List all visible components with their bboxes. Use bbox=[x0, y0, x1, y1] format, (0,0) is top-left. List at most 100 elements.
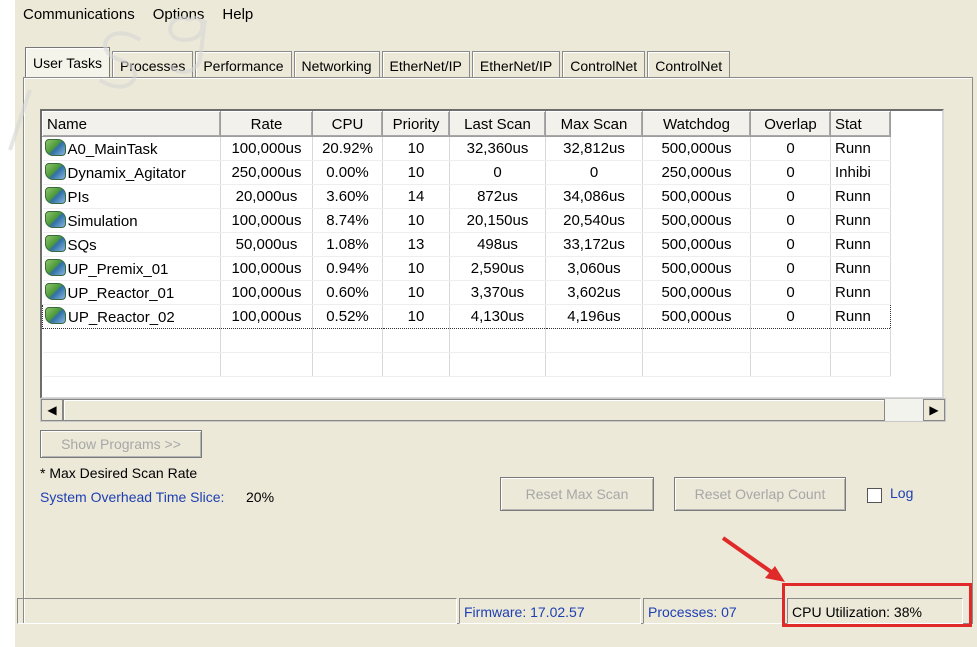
cell-rate: 20,000us bbox=[220, 184, 313, 209]
empty-cell bbox=[750, 352, 831, 377]
cell-last: 4,130us bbox=[449, 304, 546, 329]
tab-performance[interactable]: Performance bbox=[195, 51, 292, 80]
table-row[interactable]: UP_Reactor_02 100,000us 0.52% 10 4,130us 4,19… bbox=[42, 304, 891, 329]
status-panel-blank bbox=[17, 598, 457, 624]
cell-cpu: 8.74% bbox=[312, 208, 383, 233]
task-name-cell[interactable]: UP_Reactor_02 bbox=[42, 304, 221, 329]
cell-rate: 250,000us bbox=[220, 160, 313, 185]
tab-controlnet-2[interactable]: ControlNet bbox=[647, 51, 731, 80]
reset-max-scan-button[interactable]: Reset Max Scan bbox=[500, 477, 654, 511]
scroll-right-icon[interactable]: ▶ bbox=[923, 399, 945, 421]
col-rate[interactable]: Rate bbox=[220, 111, 313, 137]
empty-cell bbox=[449, 352, 546, 377]
table-row[interactable]: UP_Reactor_01 100,000us 0.60% 10 3,370us 3,60… bbox=[42, 280, 891, 305]
tab-ethernet-ip-2[interactable]: EtherNet/IP bbox=[471, 51, 561, 80]
tab-strip: User Tasks Processes Performance Network… bbox=[25, 46, 732, 81]
table-row[interactable]: Dynamix_Agitator 250,000us 0.00% 10 0 0 250,00… bbox=[42, 160, 891, 185]
tab-ethernet-ip-1[interactable]: EtherNet/IP bbox=[381, 51, 470, 80]
cell-last: 872us bbox=[449, 184, 546, 209]
overhead-label: System Overhead Time Slice: bbox=[40, 489, 225, 505]
col-watchdog[interactable]: Watchdog bbox=[642, 111, 751, 137]
cell-last: 3,370us bbox=[449, 280, 546, 305]
scroll-left-icon[interactable]: ◀ bbox=[41, 399, 63, 421]
col-max-scan[interactable]: Max Scan bbox=[545, 111, 643, 137]
show-programs-button[interactable]: Show Programs >> bbox=[40, 430, 202, 458]
cell-rate: 100,000us bbox=[220, 256, 313, 281]
table-row[interactable]: PIs 20,000us 3.60% 14 872us 34,086us 500,000us… bbox=[42, 184, 891, 209]
log-label: Log bbox=[890, 485, 914, 501]
task-name-cell[interactable]: A0_MainTask bbox=[42, 136, 221, 161]
cell-watchdog: 500,000us bbox=[642, 136, 751, 161]
cell-status: Inhibi bbox=[830, 160, 891, 185]
status-firmware: Firmware: 17.02.57 bbox=[459, 598, 641, 624]
task-name-cell[interactable]: Simulation bbox=[42, 208, 221, 233]
task-name-cell[interactable]: Dynamix_Agitator bbox=[42, 160, 221, 185]
cell-cpu: 0.94% bbox=[312, 256, 383, 281]
empty-cell bbox=[220, 328, 313, 353]
cell-priority: 10 bbox=[382, 160, 450, 185]
reset-overlap-count-button[interactable]: Reset Overlap Count bbox=[674, 477, 846, 511]
table-row[interactable]: UP_Premix_01 100,000us 0.94% 10 2,590us 3,060… bbox=[42, 256, 891, 281]
task-icon bbox=[44, 235, 66, 252]
cell-last: 32,360us bbox=[449, 136, 546, 161]
table-row[interactable]: A0_MainTask 100,000us 20.92% 10 32,360us 32,8… bbox=[42, 136, 891, 161]
cell-overlap: 0 bbox=[750, 136, 831, 161]
empty-cell bbox=[830, 352, 891, 377]
cell-last: 0 bbox=[449, 160, 546, 185]
cell-rate: 50,000us bbox=[220, 232, 313, 257]
empty-cell bbox=[642, 352, 751, 377]
task-icon bbox=[44, 139, 66, 156]
cell-watchdog: 500,000us bbox=[642, 256, 751, 281]
col-status[interactable]: Stat bbox=[830, 111, 891, 137]
task-icon bbox=[44, 283, 66, 300]
task-name: PIs bbox=[67, 189, 90, 206]
cell-rate: 100,000us bbox=[220, 304, 313, 329]
col-name[interactable]: Name bbox=[42, 111, 221, 137]
task-name: UP_Premix_01 bbox=[67, 261, 169, 278]
empty-cell bbox=[545, 328, 643, 353]
cell-status: Runn bbox=[830, 136, 891, 161]
empty-cell bbox=[220, 352, 313, 377]
task-name-cell[interactable]: UP_Reactor_01 bbox=[42, 280, 221, 305]
cell-max: 3,602us bbox=[545, 280, 643, 305]
tasks-table[interactable]: Name Rate CPU Priority Last Scan Max Sca… bbox=[40, 109, 944, 399]
tab-controlnet-1[interactable]: ControlNet bbox=[562, 51, 646, 80]
empty-cell bbox=[449, 328, 546, 353]
cell-overlap: 0 bbox=[750, 160, 831, 185]
col-priority[interactable]: Priority bbox=[382, 111, 450, 137]
horizontal-scrollbar[interactable]: ◀ ▶ bbox=[40, 398, 946, 422]
tab-networking[interactable]: Networking bbox=[293, 51, 380, 80]
col-cpu[interactable]: CPU bbox=[312, 111, 383, 137]
cell-cpu: 3.60% bbox=[312, 184, 383, 209]
tab-processes[interactable]: Processes bbox=[111, 51, 194, 80]
table-row[interactable]: SQs 50,000us 1.08% 13 498us 33,172us 500,000us… bbox=[42, 232, 891, 257]
task-name-cell[interactable]: SQs bbox=[42, 232, 221, 257]
col-last-scan[interactable]: Last Scan bbox=[449, 111, 546, 137]
tab-user-tasks[interactable]: User Tasks bbox=[25, 47, 110, 81]
menu-options[interactable]: Options bbox=[153, 6, 205, 32]
menu-communications[interactable]: Communications bbox=[23, 6, 135, 32]
task-icon bbox=[44, 163, 66, 180]
cell-cpu: 20.92% bbox=[312, 136, 383, 161]
cell-max: 0 bbox=[545, 160, 643, 185]
task-icon bbox=[44, 211, 66, 228]
cpu-utilization-highlight-box bbox=[782, 583, 972, 627]
table-header: Name Rate CPU Priority Last Scan Max Sca… bbox=[42, 111, 891, 137]
empty-cell bbox=[545, 352, 643, 377]
cell-overlap: 0 bbox=[750, 280, 831, 305]
task-name-cell[interactable]: PIs bbox=[42, 184, 221, 209]
menu-help[interactable]: Help bbox=[222, 6, 253, 32]
cell-watchdog: 500,000us bbox=[642, 280, 751, 305]
log-checkbox[interactable] bbox=[867, 488, 882, 503]
col-overlap[interactable]: Overlap bbox=[750, 111, 831, 137]
scroll-thumb[interactable] bbox=[63, 399, 885, 421]
empty-row bbox=[42, 328, 891, 353]
empty-cell bbox=[382, 328, 450, 353]
user-tasks-panel: Name Rate CPU Priority Last Scan Max Sca… bbox=[23, 77, 973, 624]
empty-cell bbox=[830, 328, 891, 353]
table-row[interactable]: Simulation 100,000us 8.74% 10 20,150us 20,540… bbox=[42, 208, 891, 233]
cell-max: 4,196us bbox=[545, 304, 643, 329]
task-name-cell[interactable]: UP_Premix_01 bbox=[42, 256, 221, 281]
menu-bar: Communications Options Help bbox=[23, 6, 253, 32]
task-name: UP_Reactor_01 bbox=[67, 285, 175, 302]
